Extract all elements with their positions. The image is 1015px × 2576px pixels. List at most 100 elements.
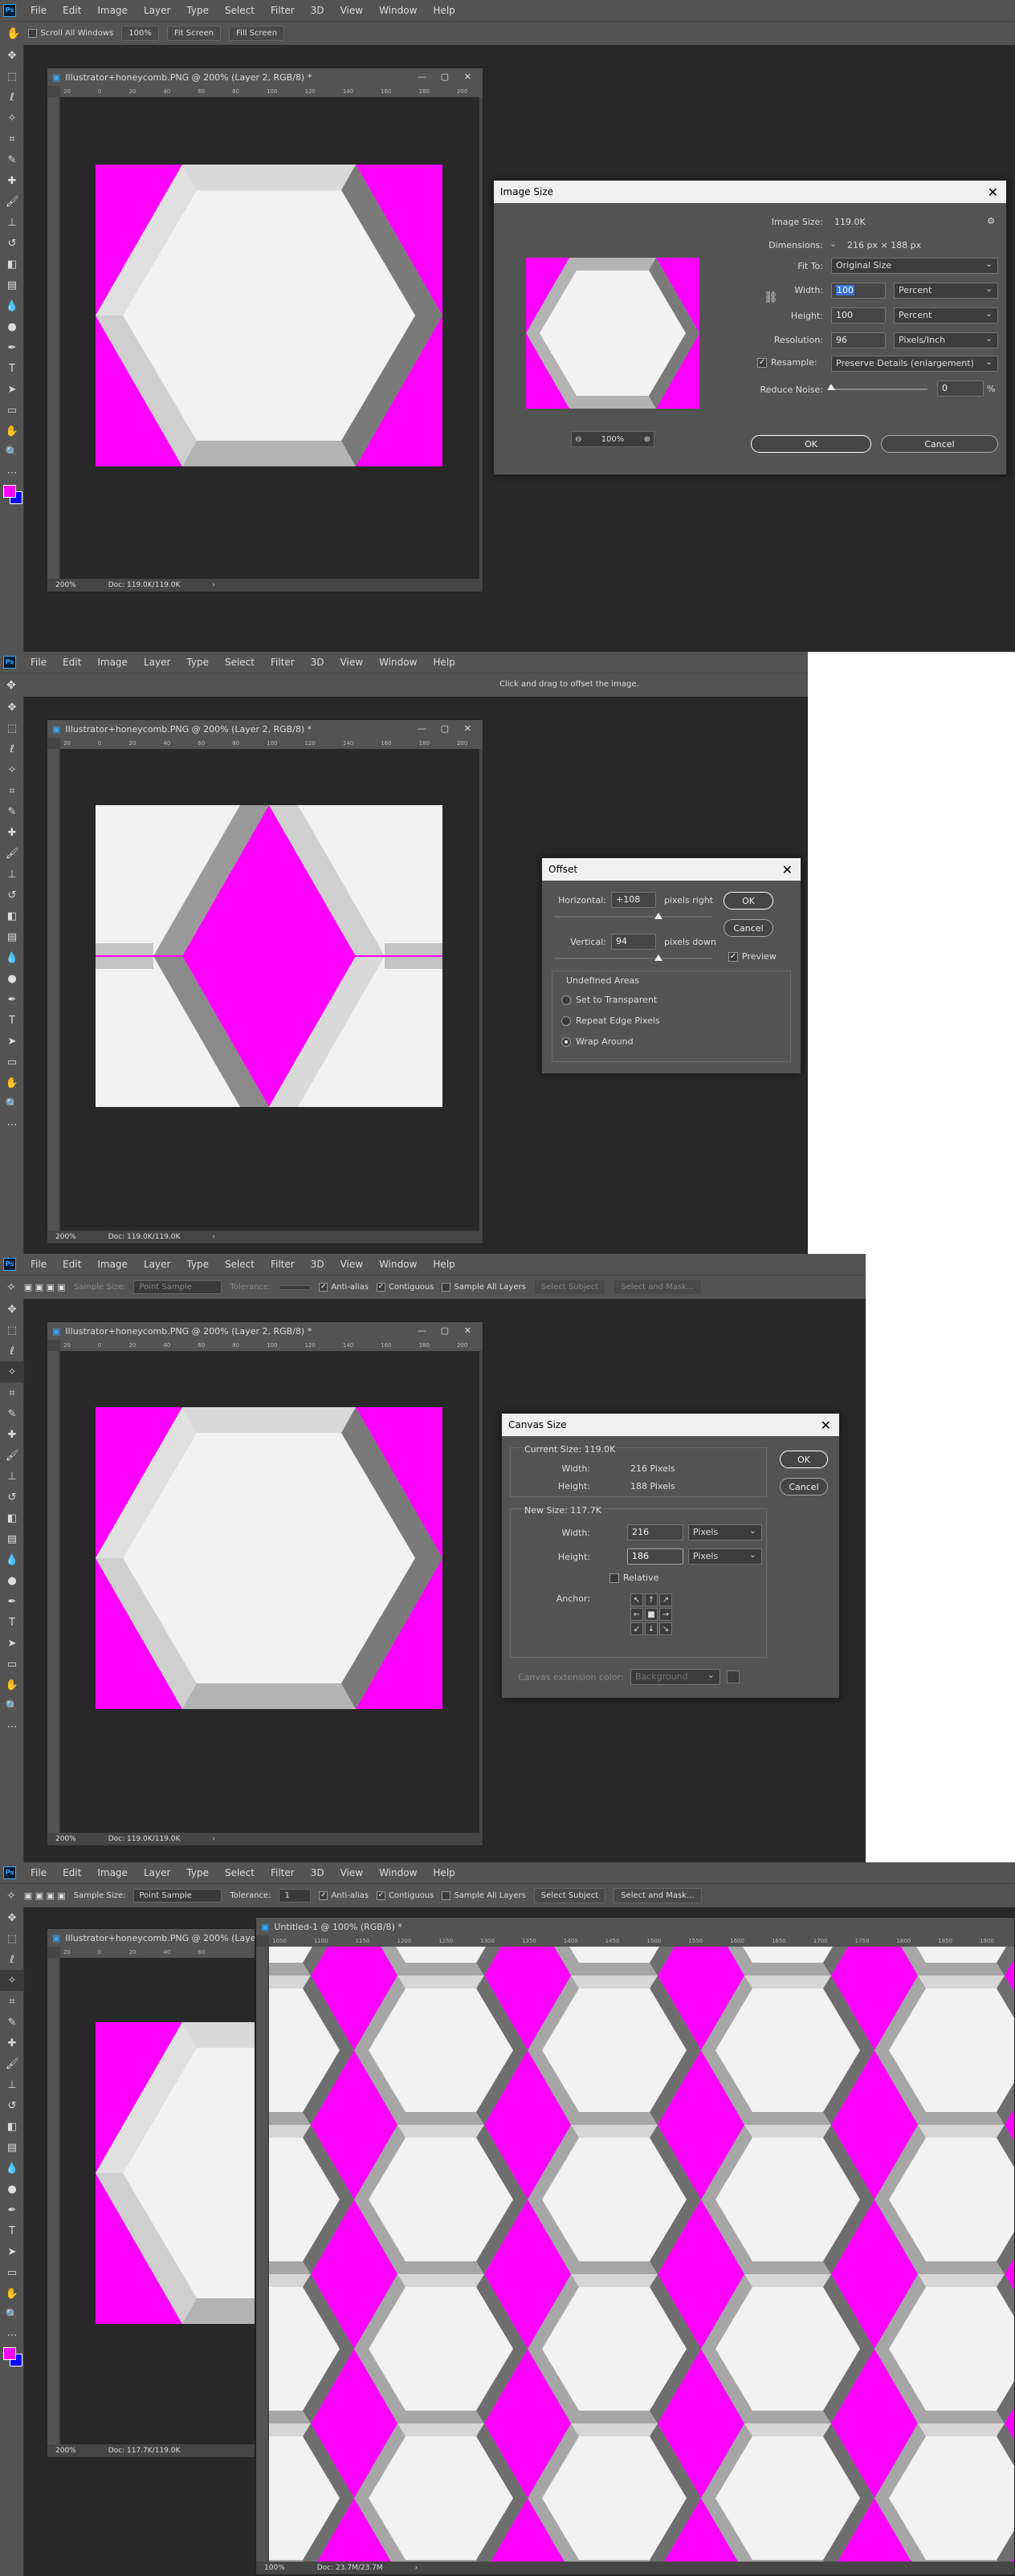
menu-help[interactable]: Help: [433, 1259, 455, 1270]
canvas-area[interactable]: [60, 97, 479, 579]
pen-tool-icon[interactable]: ✒: [0, 337, 24, 358]
contiguous-checkbox[interactable]: ✓ Contiguous: [376, 1891, 434, 1900]
type-tool-icon[interactable]: T: [0, 1010, 24, 1031]
brush-tool-icon[interactable]: 🖌: [0, 843, 24, 864]
document-title-bar[interactable]: ▣ Untitled-1 @ 100% (RGB/8) *: [256, 1918, 1014, 1935]
path-select-icon[interactable]: ➤: [0, 2241, 24, 2262]
anchor-s-arrow-icon[interactable]: ↓: [645, 1622, 658, 1635]
history-brush-icon[interactable]: ↺: [0, 1487, 24, 1508]
foreground-color-swatch[interactable]: [3, 2347, 16, 2360]
document-title-bar[interactable]: ▣ Illustrator+honeycomb.PNG @ 200% (Laye…: [47, 720, 483, 738]
menu-filter[interactable]: Filter: [271, 1867, 295, 1878]
sample-all-layers-checkbox[interactable]: Sample All Layers: [442, 1283, 526, 1292]
zoom-level[interactable]: 200%: [55, 1835, 76, 1843]
ok-button[interactable]: OK: [751, 435, 871, 453]
gear-icon[interactable]: ⚙: [987, 216, 995, 226]
sample-size-select[interactable]: Point Sample: [133, 1280, 222, 1294]
magic-wand-tool-icon[interactable]: ✧: [0, 759, 24, 780]
wrap-around-radio[interactable]: Wrap Around: [561, 1036, 634, 1047]
menu-edit[interactable]: Edit: [63, 5, 81, 16]
menu-3d[interactable]: 3D: [311, 5, 324, 16]
hand-tool-icon[interactable]: ✋: [0, 1675, 24, 1695]
hand-tool-icon[interactable]: ✋: [0, 421, 24, 442]
menu-layer[interactable]: Layer: [144, 1259, 170, 1270]
dodge-tool-icon[interactable]: ●: [0, 1570, 24, 1591]
pen-tool-icon[interactable]: ✒: [0, 1591, 24, 1612]
zoom-tool-icon[interactable]: 🔍: [0, 1093, 24, 1114]
history-brush-icon[interactable]: ↺: [0, 885, 24, 905]
history-brush-icon[interactable]: ↺: [0, 233, 24, 254]
more-tools-icon[interactable]: ⋯: [0, 2325, 24, 2346]
repeat-edge-pixels-radio[interactable]: Repeat Edge Pixels: [561, 1015, 660, 1026]
sample-size-select[interactable]: Point Sample: [133, 1889, 222, 1902]
horizontal-slider-thumb[interactable]: [654, 913, 662, 919]
shape-tool-icon[interactable]: ▭: [0, 400, 24, 421]
close-icon[interactable]: ✕: [464, 1325, 471, 1336]
menu-3d[interactable]: 3D: [311, 1867, 324, 1878]
vertical-slider-thumb[interactable]: [654, 954, 662, 961]
menu-window[interactable]: Window: [379, 1867, 417, 1878]
dialog-title-bar[interactable]: Offset ✕: [542, 858, 801, 881]
more-tools-icon[interactable]: ⋯: [0, 462, 24, 483]
blur-tool-icon[interactable]: 💧: [0, 1549, 24, 1570]
menu-3d[interactable]: 3D: [311, 1259, 324, 1270]
anchor-n-arrow-icon[interactable]: ↑: [645, 1593, 658, 1606]
maximize-icon[interactable]: ▢: [441, 71, 449, 82]
path-select-icon[interactable]: ➤: [0, 379, 24, 400]
eraser-tool-icon[interactable]: ◧: [0, 254, 24, 275]
menu-file[interactable]: File: [31, 657, 47, 668]
marquee-tool-icon[interactable]: ⬚: [0, 1928, 24, 1949]
menu-help[interactable]: Help: [433, 1867, 455, 1878]
select-subject-button[interactable]: Select Subject: [533, 1888, 606, 1903]
crop-tool-icon[interactable]: ⌗: [0, 1991, 24, 2012]
magic-wand-tool-icon[interactable]: ✧: [0, 1970, 24, 1991]
extension-color-select[interactable]: Background: [630, 1669, 720, 1685]
lasso-tool-icon[interactable]: ℓ: [0, 1949, 24, 1970]
shape-tool-icon[interactable]: ▭: [0, 2262, 24, 2283]
document-title-bar[interactable]: ▣ Illustrator+honeycomb.PNG @ 200% (Laye…: [47, 1929, 255, 1947]
menu-window[interactable]: Window: [379, 5, 417, 16]
anchor-grid[interactable]: ↖ ↑ ↗ ← ■ → ↙ ↓ ↘: [630, 1593, 672, 1635]
menu-window[interactable]: Window: [379, 1259, 417, 1270]
tolerance-input[interactable]: [279, 1284, 312, 1290]
maximize-icon[interactable]: ▢: [441, 1325, 449, 1336]
path-select-icon[interactable]: ➤: [0, 1633, 24, 1654]
maximize-icon[interactable]: ▢: [441, 723, 449, 734]
zoom-tool-icon[interactable]: 🔍: [0, 2304, 24, 2325]
menu-layer[interactable]: Layer: [144, 5, 170, 16]
crop-tool-icon[interactable]: ⌗: [0, 1382, 24, 1403]
select-and-mask-button[interactable]: Select and Mask...: [613, 1888, 702, 1903]
gradient-tool-icon[interactable]: ▤: [0, 275, 24, 295]
minimize-icon[interactable]: —: [418, 723, 426, 734]
selection-mode-icons[interactable]: ▣ ▣ ▣ ▣: [24, 1890, 66, 1901]
menu-view[interactable]: View: [340, 657, 363, 668]
canvas-area[interactable]: [60, 749, 479, 1231]
type-tool-icon[interactable]: T: [0, 1612, 24, 1633]
fit-to-select[interactable]: Original Size: [831, 258, 998, 274]
horizontal-input[interactable]: +108: [611, 892, 656, 908]
anti-alias-checkbox[interactable]: ✓ Anti-alias: [319, 1283, 369, 1292]
menu-select[interactable]: Select: [225, 1867, 255, 1878]
crop-tool-icon[interactable]: ⌗: [0, 128, 24, 149]
select-subject-button[interactable]: Select Subject: [533, 1280, 606, 1295]
gradient-tool-icon[interactable]: ▤: [0, 926, 24, 947]
menu-view[interactable]: View: [340, 1259, 363, 1270]
extension-color-swatch[interactable]: [727, 1671, 740, 1683]
dialog-title-bar[interactable]: Image Size ✕: [494, 181, 1006, 203]
image-preview[interactable]: [526, 258, 699, 409]
move-tool-icon[interactable]: ✥: [0, 1907, 24, 1928]
height-unit-select[interactable]: Pixels: [688, 1548, 762, 1565]
minimize-icon[interactable]: —: [418, 1325, 426, 1336]
color-swatches[interactable]: [0, 483, 24, 511]
chevron-right-icon[interactable]: ›: [212, 581, 215, 589]
close-icon[interactable]: ✕: [464, 71, 471, 82]
menu-window[interactable]: Window: [379, 657, 417, 668]
zoom-level[interactable]: 200%: [55, 1233, 76, 1241]
menu-edit[interactable]: Edit: [63, 657, 81, 668]
blur-tool-icon[interactable]: 💧: [0, 295, 24, 316]
lasso-tool-icon[interactable]: ℓ: [0, 739, 24, 759]
canvas-area[interactable]: [269, 1947, 1014, 2562]
pen-tool-icon[interactable]: ✒: [0, 989, 24, 1010]
scroll-all-windows-checkbox[interactable]: Scroll All Windows: [28, 29, 113, 38]
anchor-nw-arrow-icon[interactable]: ↖: [630, 1593, 643, 1606]
